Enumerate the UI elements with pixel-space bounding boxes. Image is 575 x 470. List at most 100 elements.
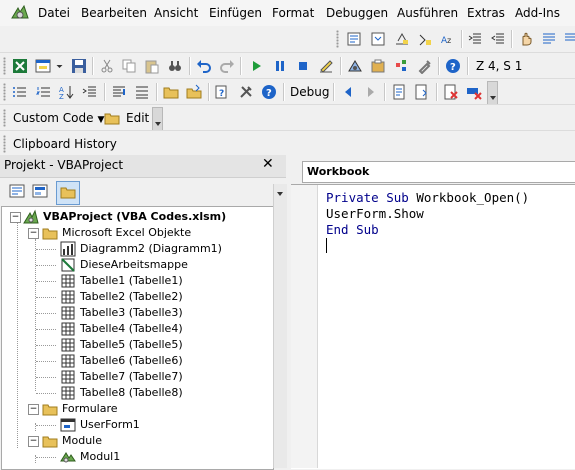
toolbox-icon[interactable] <box>416 57 434 75</box>
menu-insert[interactable]: Einfügen <box>209 6 262 20</box>
clear-icon[interactable] <box>465 83 483 101</box>
toggle-folders-icon[interactable] <box>59 183 77 201</box>
code-margin[interactable] <box>291 185 318 468</box>
project-explorer-icon[interactable] <box>346 57 364 75</box>
view-code-icon[interactable] <box>8 182 26 200</box>
edit-label[interactable]: Edit <box>126 111 149 125</box>
indent-lines-icon[interactable] <box>81 83 99 101</box>
next-icon[interactable] <box>362 83 380 101</box>
menu-tools[interactable]: Extras <box>467 6 505 20</box>
toolbar-grip[interactable] <box>3 135 6 153</box>
help-icon[interactable]: ? <box>444 57 462 75</box>
toolbar-grip[interactable] <box>336 30 339 48</box>
tree-item-label: Tabelle1 (Tabelle1) <box>80 274 183 287</box>
insert-userform-icon[interactable] <box>34 57 52 75</box>
list-properties-icon[interactable] <box>345 30 363 48</box>
folder-icon[interactable] <box>103 109 121 127</box>
menu-debug[interactable]: Debuggen <box>326 6 388 20</box>
outdent-icon[interactable] <box>489 30 507 48</box>
excel-view-icon[interactable] <box>11 57 29 75</box>
custom-code-label: Custom Code <box>13 111 94 125</box>
menu-file[interactable]: Datei <box>38 6 70 20</box>
uncomment-block-icon[interactable] <box>562 30 575 48</box>
open-folder-icon[interactable] <box>162 83 180 101</box>
align-lines-icon[interactable] <box>110 83 128 101</box>
tree-item-label: Tabelle7 (Tabelle7) <box>80 370 183 383</box>
indent-icon[interactable] <box>466 30 484 48</box>
quick-info-icon[interactable] <box>393 30 411 48</box>
project-tree[interactable]: − VBAProject (VBA Codes.xlsm) − Microsof… <box>1 206 274 470</box>
project-panel-titlebar[interactable]: Projekt - VBAProject ✕ <box>0 155 286 178</box>
document-code-icon[interactable] <box>413 83 431 101</box>
tree-item-label: Tabelle8 (Tabelle8) <box>80 386 183 399</box>
object-browser-icon[interactable] <box>393 57 411 75</box>
previous-icon[interactable] <box>339 83 357 101</box>
worksheet-icon <box>61 338 75 352</box>
tools-icon[interactable] <box>237 83 255 101</box>
custom-code-toolbar: Custom Code ▼ Edit <box>0 104 575 131</box>
worksheet-icon <box>61 354 75 368</box>
collapse-toggle[interactable]: − <box>28 228 39 239</box>
sort-az-icon[interactable]: AZ <box>58 83 76 101</box>
bullet-list-icon[interactable] <box>11 83 29 101</box>
code-line[interactable]: End Sub <box>326 222 379 238</box>
document-icon[interactable] <box>390 83 408 101</box>
toolbar-overflow-chevron[interactable] <box>487 81 498 105</box>
reset-icon[interactable] <box>294 57 312 75</box>
insert-dropdown-icon[interactable] <box>55 57 64 75</box>
cut-icon[interactable] <box>98 57 116 75</box>
parameter-info-icon[interactable] <box>416 30 434 48</box>
userform-icon <box>60 418 76 432</box>
toolbar-overflow-chevron[interactable] <box>152 107 163 131</box>
redo-icon[interactable] <box>218 57 236 75</box>
project-panel-scrollbar[interactable] <box>273 184 287 468</box>
close-icon[interactable]: ✕ <box>262 156 274 172</box>
custom-code-dropdown[interactable]: Custom Code ▼ <box>13 111 104 125</box>
toolbar-grip[interactable] <box>3 109 6 127</box>
spacing-lines-icon[interactable] <box>133 83 151 101</box>
project-panel-toolbar <box>0 178 286 205</box>
toolbar-grip[interactable] <box>3 83 6 101</box>
view-object-icon[interactable] <box>31 182 49 200</box>
paste-icon[interactable] <box>143 57 161 75</box>
toggle-breakpoint-icon[interactable] <box>517 30 535 48</box>
help-circle-icon[interactable]: ? <box>260 83 278 101</box>
menu-bar: Datei Bearbeiten Ansicht Einfügen Format… <box>0 0 575 26</box>
comment-block-icon[interactable] <box>540 30 558 48</box>
vba-app-icon[interactable] <box>10 4 30 22</box>
collapse-toggle[interactable]: − <box>10 212 21 223</box>
code-line[interactable]: Private Sub Workbook_Open() <box>326 190 529 206</box>
menu-view[interactable]: Ansicht <box>154 6 198 20</box>
clipboard-history-label[interactable]: Clipboard History <box>13 137 117 151</box>
pause-icon[interactable] <box>271 57 289 75</box>
copy-icon[interactable] <box>120 57 138 75</box>
run-icon[interactable] <box>247 57 265 75</box>
svg-text:?: ? <box>219 89 224 99</box>
list-constants-icon[interactable] <box>369 30 387 48</box>
object-combo[interactable]: Workbook <box>302 161 575 183</box>
complete-word-icon[interactable]: Az <box>439 30 457 48</box>
tree-item-label: Tabelle6 (Tabelle6) <box>80 354 183 367</box>
svg-text:?: ? <box>266 88 272 99</box>
collapse-toggle[interactable]: − <box>28 404 39 415</box>
chevron-down-icon[interactable] <box>277 192 283 196</box>
debug-label[interactable]: Debug <box>290 85 329 99</box>
code-line[interactable]: UserForm.Show <box>326 206 424 222</box>
references-icon[interactable]: ? <box>214 83 232 101</box>
menu-format[interactable]: Format <box>272 6 314 20</box>
delete-document-icon[interactable] <box>442 83 460 101</box>
numbered-list-icon[interactable] <box>35 83 53 101</box>
toolbar-grip[interactable] <box>3 57 6 75</box>
code-text: Workbook_Open() <box>408 190 530 205</box>
menu-edit[interactable]: Bearbeiten <box>81 6 147 20</box>
design-mode-icon[interactable] <box>317 57 335 75</box>
save-icon[interactable] <box>70 57 88 75</box>
collapse-toggle[interactable]: − <box>28 436 39 447</box>
undo-icon[interactable] <box>195 57 213 75</box>
chart-sheet-icon <box>60 241 76 257</box>
properties-window-icon[interactable] <box>369 57 387 75</box>
find-icon[interactable] <box>166 57 184 75</box>
menu-run[interactable]: Ausführen <box>397 6 458 20</box>
menu-addins[interactable]: Add-Ins <box>515 6 560 20</box>
folder-export-icon[interactable] <box>185 83 203 101</box>
